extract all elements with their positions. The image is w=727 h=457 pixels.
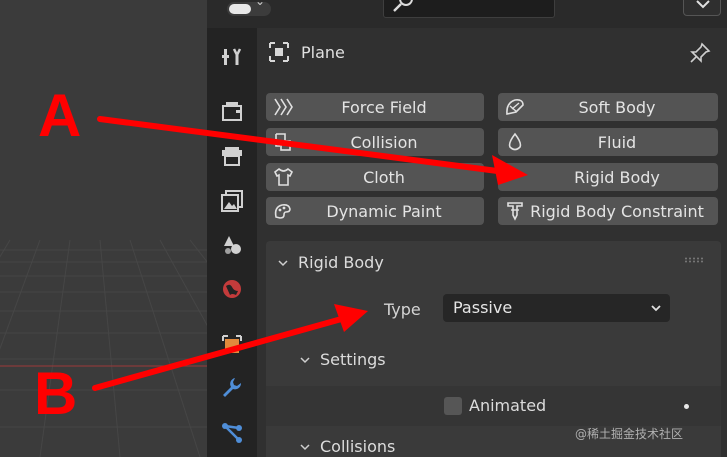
object-name: Plane — [301, 42, 345, 62]
fluid-button[interactable]: Fluid — [498, 128, 718, 156]
scene-icon — [224, 236, 241, 254]
dynamic-paint-button[interactable]: Dynamic Paint — [266, 197, 484, 225]
properties-tab-strip — [207, 28, 257, 457]
scene-tab[interactable] — [219, 232, 245, 258]
fluid-icon — [508, 132, 522, 151]
soft-body-label: Soft Body — [578, 97, 656, 117]
collision-icon — [275, 133, 291, 151]
animated-label: Animated — [469, 396, 547, 415]
rigid-body-button[interactable]: Rigid Body — [498, 163, 718, 191]
physics-properties-panel: Plane Force Field Soft Body Collision Fl… — [257, 28, 727, 457]
rigid-body-constraint-icon — [507, 202, 523, 221]
force-field-label: Force Field — [341, 97, 427, 117]
wrench-icon — [223, 378, 242, 397]
chevron-down-icon[interactable]: ⌄ — [255, 0, 265, 8]
3d-viewport[interactable] — [0, 0, 207, 457]
type-value: Passive — [453, 298, 513, 317]
particles-icon — [222, 423, 242, 443]
cloth-icon — [273, 167, 294, 186]
output-icon — [222, 147, 242, 166]
search-icon — [393, 0, 413, 12]
rigid-body-constraint-label: Rigid Body Constraint — [530, 201, 704, 221]
options-dropdown-button[interactable] — [683, 0, 721, 16]
keyframe-dot-icon[interactable] — [684, 404, 689, 409]
object-header: Plane — [269, 38, 345, 66]
animated-row: Animated — [266, 386, 721, 426]
view-layer-tab[interactable] — [219, 188, 245, 214]
settings-subpanel-header[interactable]: Settings — [266, 340, 721, 380]
chevron-down-icon — [651, 305, 661, 312]
chevron-down-icon — [278, 259, 288, 266]
object-icon — [222, 335, 242, 353]
object-tab[interactable] — [219, 332, 245, 358]
cloth-label: Cloth — [363, 167, 405, 187]
world-icon — [223, 280, 241, 298]
tool-tab[interactable] — [219, 44, 245, 70]
search-input[interactable] — [383, 0, 555, 18]
fluid-label: Fluid — [597, 132, 637, 152]
soft-body-button[interactable]: Soft Body — [498, 93, 718, 121]
drag-handle-icon[interactable] — [684, 257, 704, 263]
soft-body-icon — [506, 99, 524, 115]
type-dropdown[interactable]: Passive — [443, 294, 670, 322]
particles-tab[interactable] — [219, 420, 245, 446]
rigid-body-constraint-button[interactable]: Rigid Body Constraint — [498, 197, 718, 225]
render-icon — [222, 102, 242, 121]
cloth-button[interactable]: Cloth — [266, 163, 484, 191]
chevron-down-icon — [300, 443, 310, 450]
tool-icon — [222, 48, 242, 65]
rigid-body-section-header[interactable]: Rigid Body — [278, 253, 384, 272]
settings-subpanel-title: Settings — [320, 350, 386, 369]
dynamic-paint-label: Dynamic Paint — [326, 201, 442, 221]
view-layer-icon — [221, 190, 243, 212]
rigid-body-section-title: Rigid Body — [298, 253, 384, 272]
collision-button[interactable]: Collision — [266, 128, 484, 156]
animated-checkbox[interactable] — [444, 397, 462, 415]
mesh-object-icon — [269, 42, 289, 62]
force-field-icon — [274, 98, 293, 116]
collision-label: Collision — [350, 132, 418, 152]
force-field-button[interactable]: Force Field — [266, 93, 484, 121]
type-label: Type — [384, 300, 421, 319]
chevron-down-icon — [696, 0, 710, 9]
rigid-body-label: Rigid Body — [574, 167, 660, 187]
collisions-subpanel-header[interactable]: Collisions — [266, 431, 721, 457]
world-tab[interactable] — [219, 276, 245, 302]
pin-icon[interactable] — [689, 42, 711, 64]
collisions-subpanel-title: Collisions — [320, 437, 396, 456]
modifier-tab[interactable] — [219, 374, 245, 400]
chevron-down-icon — [300, 356, 310, 363]
output-tab[interactable] — [219, 144, 245, 170]
render-tab[interactable] — [219, 98, 245, 124]
dynamic-paint-icon — [274, 204, 291, 219]
properties-header: ⌄ — [207, 0, 727, 28]
rigid-body-section: Rigid Body Type Passive Settings Animate… — [266, 241, 721, 457]
